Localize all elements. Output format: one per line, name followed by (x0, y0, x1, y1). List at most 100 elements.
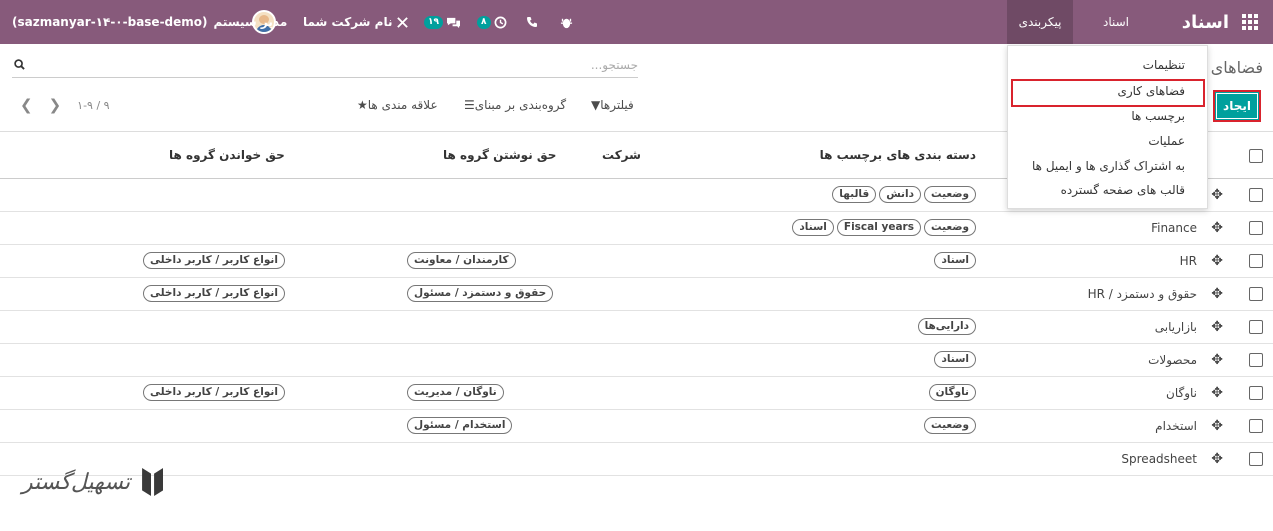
search-input[interactable] (38, 58, 638, 72)
bug-icon[interactable] (560, 0, 573, 44)
table-row[interactable]: ✥ HR اسناد کارمندان / معاونت انواع کاربر / ک… (0, 245, 1273, 278)
chevron-left-icon[interactable]: ❮ (20, 96, 33, 114)
drag-handle-icon[interactable]: ✥ (1211, 385, 1223, 401)
create-button[interactable]: ایجاد (1213, 90, 1261, 122)
write-tags: ناوگان / مدیریت (407, 384, 504, 401)
row-checkbox[interactable] (1249, 386, 1263, 400)
dropdown-item-shares-emails[interactable]: به اشتراک گذاری ها و ایمیل ها (1032, 159, 1185, 173)
column-header-tag-categories[interactable]: دسته بندی های برچسب ها (820, 148, 976, 162)
workspace-name: HR (1179, 254, 1197, 268)
table-row[interactable]: ✥ استخدام وضعیت استخدام / مسئول (0, 410, 1273, 443)
star-icon: ★ (357, 98, 368, 112)
workspace-name: Finance (1151, 221, 1197, 235)
tag-category: دارایی‌ها (917, 318, 976, 335)
phone-icon[interactable] (526, 0, 538, 44)
drag-handle-icon[interactable]: ✥ (1211, 418, 1223, 434)
column-header-company[interactable]: شرکت (602, 148, 641, 162)
column-header-write-groups[interactable]: حق نوشتن گروه ها (443, 148, 556, 162)
messages-badge: ۱۹ (424, 15, 443, 29)
write-tags: استخدام / مسئول (407, 417, 513, 434)
drag-handle-icon[interactable]: ✥ (1211, 253, 1223, 269)
workspace-name: ناوگان (1166, 386, 1197, 400)
filters-button[interactable]: ▼ فیلترها (588, 97, 634, 113)
dropdown-item-actions[interactable]: عملیات (1148, 134, 1185, 148)
categories-tags: وضعیت Fiscal years اسناد (792, 219, 976, 236)
table-row[interactable]: ✥ HR / حقوق و دستمزد حقوق و دستمزد / مسئول… (0, 278, 1273, 311)
table-row[interactable]: ✥ ناوگان ناوگان ناوگان / مدیریت انواع کاربر … (0, 377, 1273, 410)
workspace-name: استخدام (1155, 419, 1197, 433)
filters-label: فیلترها (600, 98, 634, 112)
chevron-right-icon[interactable]: ❯ (49, 96, 62, 114)
read-tags: انواع کاربر / کاربر داخلی (143, 384, 285, 401)
app-brand[interactable]: اسناد (1182, 0, 1229, 44)
tag-read-group: انواع کاربر / کاربر داخلی (143, 285, 285, 302)
dropdown-item-spreadsheet-templates[interactable]: قالب های صفحه گسترده (1061, 183, 1185, 197)
tag-category: اسناد (792, 219, 834, 236)
row-checkbox[interactable] (1249, 452, 1263, 466)
workspace-name: محصولات (1148, 353, 1197, 367)
column-header-read-groups[interactable]: حق خواندن گروه ها (169, 148, 285, 162)
watermark-text: تسهیل‌گستر (22, 469, 131, 495)
drag-handle-icon[interactable]: ✥ (1211, 187, 1223, 203)
drag-handle-icon[interactable]: ✥ (1211, 451, 1223, 467)
tag-write-group: کارمندان / معاونت (407, 252, 516, 269)
pager-value[interactable]: ۱-۹ / ۹ (77, 99, 109, 112)
dropdown-item-workspaces[interactable]: فضاهای کاری (1117, 84, 1185, 98)
categories-tags: اسناد (934, 252, 976, 269)
menu-configuration[interactable]: پیکربندی (1007, 0, 1073, 44)
chat-icon (447, 17, 460, 28)
activity-badge: ۸ (477, 15, 491, 29)
table-row[interactable]: ✥ Finance وضعیت Fiscal years اسناد (0, 212, 1273, 245)
write-tags: حقوق و دستمزد / مسئول (407, 285, 554, 302)
menu-documents[interactable]: اسناد (1103, 0, 1129, 44)
company-switcher[interactable]: نام شرکت شما (303, 0, 392, 44)
tag-write-group: استخدام / مسئول (407, 417, 513, 434)
top-navbar: اسناد اسناد پیکربندی ۸ ۱۹ نام شرکت شما (… (0, 0, 1273, 44)
search-icon[interactable] (14, 59, 25, 73)
pager: ❮ ❯ ۱-۹ / ۹ (20, 96, 110, 114)
drag-handle-icon[interactable]: ✥ (1211, 352, 1223, 368)
row-checkbox[interactable] (1249, 419, 1263, 433)
drag-handle-icon[interactable]: ✥ (1211, 319, 1223, 335)
workspace-name: بازاریابی (1154, 320, 1197, 334)
user-menu[interactable]: (sazmanyar-۱۴-۰-base-demo) مدیر سیستم (12, 0, 287, 44)
tag-read-group: انواع کاربر / کاربر داخلی (143, 384, 285, 401)
tag-read-group: انواع کاربر / کاربر داخلی (143, 252, 285, 269)
tag-category: وضعیت (923, 186, 976, 203)
tag-category: اسناد (934, 351, 976, 368)
apps-menu-icon[interactable] (1239, 0, 1261, 44)
workspace-name: Spreadsheet (1121, 452, 1197, 466)
tag-category: دانش (879, 186, 921, 203)
favorites-button[interactable]: ★ علاقه مندی ها (354, 97, 438, 113)
tag-category: قالبها (832, 186, 877, 203)
messaging-menu[interactable]: ۱۹ (424, 0, 461, 44)
row-checkbox[interactable] (1249, 221, 1263, 235)
write-tags: کارمندان / معاونت (407, 252, 516, 269)
tools-icon[interactable] (396, 0, 409, 44)
categories-tags: وضعیت دانش قالبها (832, 186, 976, 203)
dropdown-item-settings[interactable]: تنظیمات (1143, 58, 1185, 72)
tag-category: اسناد (934, 252, 976, 269)
categories-tags: وضعیت (923, 417, 976, 434)
row-checkbox[interactable] (1249, 287, 1263, 301)
drag-handle-icon[interactable]: ✥ (1211, 286, 1223, 302)
tag-category: وضعیت (923, 417, 976, 434)
row-checkbox[interactable] (1249, 353, 1263, 367)
row-checkbox[interactable] (1249, 320, 1263, 334)
filter-icon: ▼ (591, 98, 601, 112)
categories-tags: دارایی‌ها (917, 318, 976, 335)
dropdown-item-tags[interactable]: برچسب ها (1131, 109, 1185, 123)
table-row[interactable]: ✥ بازاریابی دارایی‌ها (0, 311, 1273, 344)
table-row[interactable]: ✥ محصولات اسناد (0, 344, 1273, 377)
activity-menu[interactable]: ۸ (477, 0, 507, 44)
select-all-checkbox[interactable] (1249, 149, 1263, 163)
favorites-label: علاقه مندی ها (367, 98, 438, 112)
row-checkbox[interactable] (1249, 188, 1263, 202)
row-checkbox[interactable] (1249, 254, 1263, 268)
groupby-button[interactable]: ☰ گروه‌بندی بر مبنای (461, 97, 566, 113)
user-name: مدیر سیستم (213, 15, 288, 29)
tag-category: Fiscal years (836, 219, 921, 236)
clock-icon (494, 16, 506, 28)
table-row[interactable]: ✥ Spreadsheet (0, 443, 1273, 476)
drag-handle-icon[interactable]: ✥ (1211, 220, 1223, 236)
